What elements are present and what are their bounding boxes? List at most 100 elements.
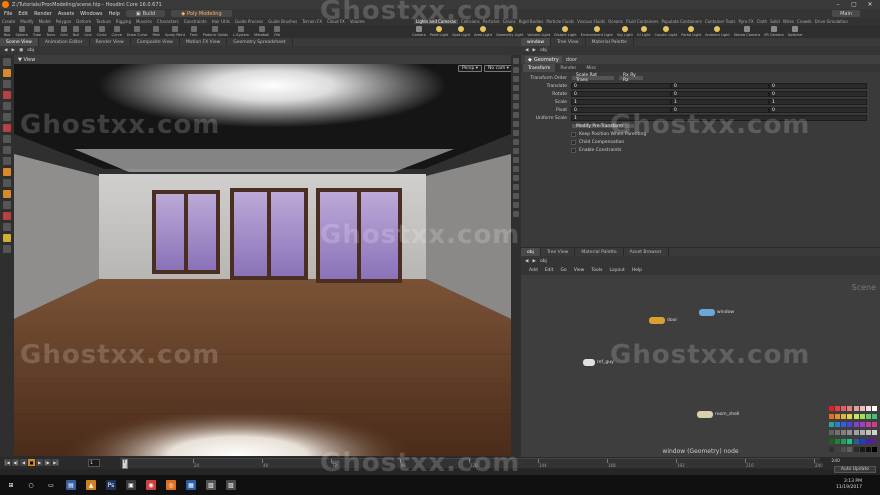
back-icon[interactable]: ◀ [525, 259, 528, 264]
shelf-tab[interactable]: Rigid Bodies [519, 19, 544, 24]
app4-icon[interactable]: ▨ [226, 480, 236, 490]
color-swatch[interactable] [865, 414, 871, 420]
shelf-tab[interactable]: Volume [350, 19, 365, 24]
translate-z-field[interactable]: 0 [769, 83, 867, 89]
shelf-tool-metaball[interactable]: Metaball [254, 26, 269, 37]
rotate-z-field[interactable]: 0 [769, 91, 867, 97]
color-swatch[interactable] [847, 438, 853, 444]
play-reverse-button[interactable]: ◀ [20, 459, 27, 466]
node-name[interactable]: door [566, 57, 577, 63]
shelf-tool-vr-camera[interactable]: VR Camera [764, 26, 784, 37]
tab-motion-fx-view[interactable]: Motion FX View [180, 38, 228, 46]
subtab-render[interactable]: Render [555, 64, 581, 72]
lighting-icon[interactable] [513, 85, 519, 91]
node-ref-guy-body[interactable] [583, 359, 595, 366]
shelf-tool-path[interactable]: Path [152, 26, 160, 37]
shelf-tab[interactable]: Cloth [757, 19, 767, 24]
shelf-tab[interactable]: Guide Process [235, 19, 263, 24]
shelf-tool-sphere[interactable]: Sphere [16, 26, 28, 37]
maximize-button[interactable]: ▢ [846, 0, 862, 9]
net-menu-tools[interactable]: Tools [591, 268, 602, 273]
color-swatch[interactable] [853, 446, 859, 452]
app2-icon[interactable]: ▦ [186, 480, 196, 490]
net-menu-layout[interactable]: Layout [609, 268, 624, 273]
shelf-tab[interactable]: Collisions [461, 19, 480, 24]
auto-update-button[interactable]: Auto Update [833, 466, 876, 473]
shelf-tool-platonic[interactable]: Platonic Solids [203, 26, 228, 37]
shelf-tool-sky-light[interactable]: Sky Light [617, 26, 633, 37]
display-options-icon[interactable] [513, 58, 519, 64]
shelf-tool-distant-light[interactable]: Distant Light [554, 26, 577, 37]
shelf-tool-area-light[interactable]: Area Light [474, 26, 492, 37]
task-view-icon[interactable]: ▭ [46, 480, 56, 490]
color-swatch[interactable] [847, 430, 853, 436]
normals-icon[interactable] [513, 121, 519, 127]
shadow-icon[interactable] [513, 94, 519, 100]
camera-frame-icon[interactable] [513, 157, 519, 163]
shelf-tab[interactable]: Grains [503, 19, 516, 24]
subtab-misc[interactable]: Misc [581, 64, 601, 72]
file-explorer-icon[interactable]: ▤ [66, 480, 76, 490]
windows-start-icon[interactable]: ⊞ [6, 480, 16, 490]
workspace-selector[interactable]: ◆ Poly Modeling [171, 10, 232, 17]
color-swatch[interactable] [865, 438, 871, 444]
app-icon[interactable]: ▣ [126, 480, 136, 490]
tab-composite-view[interactable]: Composite View [131, 38, 180, 46]
color-swatch[interactable] [847, 446, 853, 452]
shelf-tool-file[interactable]: File [274, 26, 281, 37]
left-path[interactable]: obj [27, 48, 34, 53]
color-swatch[interactable] [859, 406, 865, 411]
point-numbers-icon[interactable] [513, 130, 519, 136]
color-swatch[interactable] [829, 430, 834, 436]
scale-tool-icon[interactable] [3, 91, 11, 99]
shelf-tool-geometry-light[interactable]: Geometry Light [496, 26, 523, 37]
shelf-tab[interactable]: Lights and Cameras [414, 19, 458, 24]
color-swatch[interactable] [835, 430, 841, 436]
color-swatch[interactable] [871, 446, 877, 452]
net-menu-add[interactable]: Add [529, 268, 538, 273]
color-swatch[interactable] [853, 406, 859, 411]
shelf-tool-lsystem[interactable]: L-System [233, 26, 249, 37]
network-editor[interactable]: Scene window door ref_guy room_shell win… [521, 275, 880, 457]
viewport-menu-icon[interactable]: ▼ [18, 57, 22, 63]
visualizer-icon[interactable] [513, 184, 519, 190]
camera-menu-button[interactable]: No cam ▾ [484, 65, 513, 72]
color-swatch[interactable] [865, 422, 871, 428]
lock-camera-icon[interactable] [3, 223, 11, 231]
end-frame[interactable]: 240 [831, 459, 840, 464]
menu-assets[interactable]: Assets [58, 11, 74, 17]
shelf-tool-point-light[interactable]: Point Light [430, 26, 448, 37]
color-swatch[interactable] [853, 414, 859, 420]
current-frame-field[interactable]: 1 [88, 459, 100, 467]
shelf-tab[interactable]: Model [39, 19, 51, 24]
shelf-tab[interactable]: Wires [783, 19, 794, 24]
pivot-y-field[interactable]: 0 [671, 107, 769, 113]
play-button[interactable]: ▶ [36, 459, 43, 466]
uv-icon[interactable] [513, 148, 519, 154]
minimize-button[interactable]: – [830, 0, 846, 9]
shelf-tool-portal-light[interactable]: Portal Light [681, 26, 701, 37]
tab-asset-browser[interactable]: Asset Browser [624, 248, 669, 256]
param-path[interactable]: obj [540, 48, 547, 53]
template-icon[interactable] [3, 201, 11, 209]
app3-icon[interactable]: ▧ [206, 480, 216, 490]
color-swatch[interactable] [859, 422, 865, 428]
color-swatch[interactable] [871, 430, 877, 436]
color-swatch[interactable] [853, 430, 859, 436]
jump-end-button[interactable]: ▶| [52, 459, 59, 466]
color-swatch[interactable] [829, 414, 834, 420]
timeline-track[interactable]: 1 24 48 72 96 120 144 168 192 216 240 [120, 458, 823, 469]
move-tool-icon[interactable] [3, 69, 11, 77]
wireframe-icon[interactable] [513, 76, 519, 82]
shelf-tool-line[interactable]: Line [84, 26, 92, 37]
pivot-z-field[interactable]: 0 [769, 107, 867, 113]
pivot-x-field[interactable]: 0 [571, 107, 671, 113]
color-swatch[interactable] [835, 406, 841, 411]
shelf-tab[interactable]: Texture [96, 19, 111, 24]
forward-icon[interactable]: ▶ [532, 259, 535, 264]
shelf-tab[interactable]: Crowds [797, 19, 812, 24]
enable-constraints-checkbox[interactable] [571, 147, 576, 153]
shelf-tool-torus[interactable]: Torus [46, 26, 55, 37]
shelf-tab[interactable]: Characters [157, 19, 179, 24]
shelf-tab[interactable]: Create [2, 19, 15, 24]
